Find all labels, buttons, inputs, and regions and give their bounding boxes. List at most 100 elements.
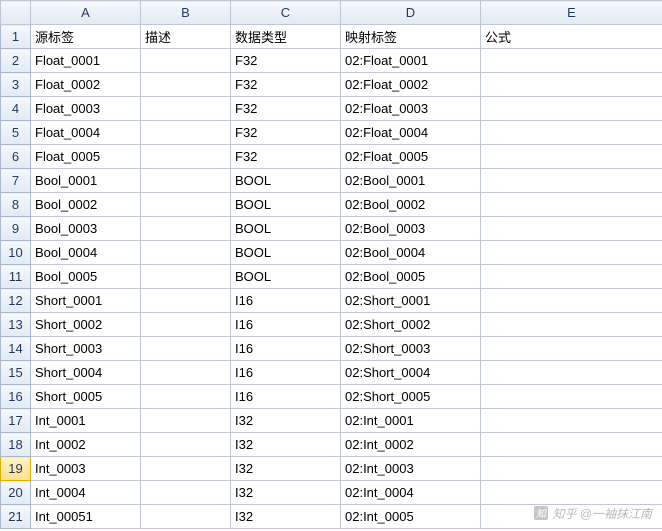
cell-A[interactable]: Bool_0002 — [31, 193, 141, 217]
cell-C[interactable]: BOOL — [231, 217, 341, 241]
cell-D[interactable]: 映射标签 — [341, 25, 481, 49]
col-header-E[interactable]: E — [481, 1, 662, 25]
row-header[interactable]: 5 — [1, 121, 31, 145]
cell-D[interactable]: 02:Float_0001 — [341, 49, 481, 73]
cell-C[interactable]: BOOL — [231, 265, 341, 289]
cell-C[interactable]: I16 — [231, 289, 341, 313]
row-header[interactable]: 21 — [1, 505, 31, 529]
cell-C[interactable]: 数据类型 — [231, 25, 341, 49]
row-header[interactable]: 9 — [1, 217, 31, 241]
cell-A[interactable]: Float_0004 — [31, 121, 141, 145]
cell-C[interactable]: I32 — [231, 433, 341, 457]
cell-A[interactable]: Short_0005 — [31, 385, 141, 409]
cell-E[interactable] — [481, 313, 662, 337]
cell-D[interactable]: 02:Bool_0004 — [341, 241, 481, 265]
cell-C[interactable]: I16 — [231, 361, 341, 385]
row-header[interactable]: 16 — [1, 385, 31, 409]
row-header[interactable]: 11 — [1, 265, 31, 289]
cell-B[interactable] — [141, 289, 231, 313]
cell-C[interactable]: BOOL — [231, 241, 341, 265]
cell-A[interactable]: Int_00051 — [31, 505, 141, 529]
cell-E[interactable] — [481, 121, 662, 145]
cell-E[interactable] — [481, 217, 662, 241]
row-header[interactable]: 15 — [1, 361, 31, 385]
select-all-corner[interactable] — [1, 1, 31, 25]
cell-C[interactable]: F32 — [231, 49, 341, 73]
cell-D[interactable]: 02:Short_0001 — [341, 289, 481, 313]
cell-C[interactable]: I32 — [231, 457, 341, 481]
cell-D[interactable]: 02:Short_0002 — [341, 313, 481, 337]
cell-A[interactable]: Bool_0004 — [31, 241, 141, 265]
cell-C[interactable]: F32 — [231, 145, 341, 169]
cell-E[interactable] — [481, 385, 662, 409]
cell-D[interactable]: 02:Bool_0003 — [341, 217, 481, 241]
cell-B[interactable] — [141, 145, 231, 169]
cell-B[interactable] — [141, 241, 231, 265]
row-header[interactable]: 10 — [1, 241, 31, 265]
row-header[interactable]: 19 — [1, 457, 31, 481]
cell-B[interactable] — [141, 193, 231, 217]
cell-E[interactable] — [481, 361, 662, 385]
cell-D[interactable]: 02:Short_0004 — [341, 361, 481, 385]
cell-E[interactable] — [481, 337, 662, 361]
row-header[interactable]: 7 — [1, 169, 31, 193]
cell-D[interactable]: 02:Bool_0002 — [341, 193, 481, 217]
cell-D[interactable]: 02:Float_0005 — [341, 145, 481, 169]
cell-A[interactable]: Short_0002 — [31, 313, 141, 337]
cell-D[interactable]: 02:Int_0004 — [341, 481, 481, 505]
cell-B[interactable] — [141, 97, 231, 121]
col-header-B[interactable]: B — [141, 1, 231, 25]
cell-E[interactable]: 公式 — [481, 25, 662, 49]
row-header[interactable]: 8 — [1, 193, 31, 217]
cell-D[interactable]: 02:Float_0004 — [341, 121, 481, 145]
cell-E[interactable] — [481, 289, 662, 313]
cell-A[interactable]: Short_0003 — [31, 337, 141, 361]
cell-C[interactable]: F32 — [231, 97, 341, 121]
cell-E[interactable] — [481, 97, 662, 121]
row-header[interactable]: 20 — [1, 481, 31, 505]
cell-E[interactable] — [481, 193, 662, 217]
cell-E[interactable] — [481, 457, 662, 481]
cell-A[interactable]: Float_0003 — [31, 97, 141, 121]
cell-A[interactable]: Int_0004 — [31, 481, 141, 505]
cell-B[interactable] — [141, 121, 231, 145]
cell-D[interactable]: 02:Int_0001 — [341, 409, 481, 433]
cell-B[interactable] — [141, 49, 231, 73]
cell-E[interactable] — [481, 505, 662, 529]
cell-C[interactable]: BOOL — [231, 193, 341, 217]
cell-B[interactable] — [141, 409, 231, 433]
cell-B[interactable]: 描述 — [141, 25, 231, 49]
row-header[interactable]: 13 — [1, 313, 31, 337]
cell-B[interactable] — [141, 169, 231, 193]
cell-E[interactable] — [481, 481, 662, 505]
cell-B[interactable] — [141, 481, 231, 505]
cell-E[interactable] — [481, 73, 662, 97]
cell-D[interactable]: 02:Int_0002 — [341, 433, 481, 457]
spreadsheet-grid[interactable]: A B C D E 1源标签描述数据类型映射标签公式2Float_0001F32… — [0, 0, 662, 529]
cell-B[interactable] — [141, 433, 231, 457]
cell-C[interactable]: I16 — [231, 385, 341, 409]
cell-E[interactable] — [481, 433, 662, 457]
cell-E[interactable] — [481, 145, 662, 169]
cell-C[interactable]: I32 — [231, 409, 341, 433]
cell-B[interactable] — [141, 217, 231, 241]
cell-E[interactable] — [481, 169, 662, 193]
cell-B[interactable] — [141, 313, 231, 337]
cell-C[interactable]: I32 — [231, 505, 341, 529]
row-header[interactable]: 2 — [1, 49, 31, 73]
cell-C[interactable]: I32 — [231, 481, 341, 505]
cell-D[interactable]: 02:Short_0003 — [341, 337, 481, 361]
row-header[interactable]: 4 — [1, 97, 31, 121]
row-header[interactable]: 17 — [1, 409, 31, 433]
row-header[interactable]: 6 — [1, 145, 31, 169]
cell-B[interactable] — [141, 73, 231, 97]
cell-B[interactable] — [141, 361, 231, 385]
col-header-A[interactable]: A — [31, 1, 141, 25]
cell-D[interactable]: 02:Int_0005 — [341, 505, 481, 529]
row-header[interactable]: 12 — [1, 289, 31, 313]
cell-C[interactable]: F32 — [231, 121, 341, 145]
cell-E[interactable] — [481, 49, 662, 73]
cell-E[interactable] — [481, 409, 662, 433]
cell-D[interactable]: 02:Float_0003 — [341, 97, 481, 121]
cell-D[interactable]: 02:Short_0005 — [341, 385, 481, 409]
